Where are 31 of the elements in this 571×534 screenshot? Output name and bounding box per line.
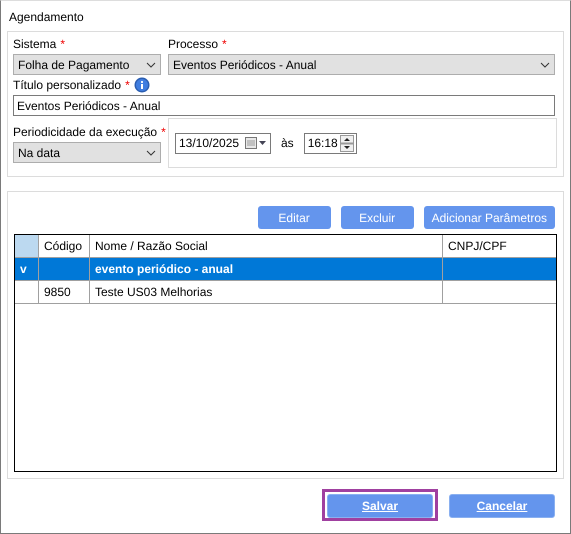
window-title: Agendamento	[8, 9, 85, 26]
required-mark: *	[125, 78, 130, 92]
field-label: Periodicidade da execução	[13, 124, 158, 138]
info-icon	[134, 76, 150, 92]
field-label: Processo	[168, 36, 218, 50]
calendar-icon[interactable]	[245, 137, 267, 149]
time-separator: às	[281, 136, 294, 150]
column-header[interactable]: Nome / Razão Social	[90, 235, 443, 257]
table-cell: evento periódico - anual	[95, 262, 234, 276]
time-field[interactable]: 16:18	[304, 132, 357, 154]
required-mark: *	[222, 36, 227, 50]
titulo-field[interactable]: Eventos Periódicos - Anual	[13, 95, 555, 116]
processo-dropdown[interactable]: Eventos Periódicos - Anual	[168, 54, 555, 75]
chevron-down-icon[interactable]	[146, 62, 156, 68]
column-header[interactable]: Código	[39, 235, 90, 257]
required-mark: *	[60, 36, 66, 50]
field-label: Título personalizado	[13, 78, 122, 92]
periodicidade-dropdown[interactable]: Na data	[13, 142, 161, 163]
field-label: Sistema	[13, 36, 56, 50]
sistema-dropdown[interactable]: Folha de Pagamento	[13, 54, 161, 75]
expander[interactable]: v	[20, 262, 27, 276]
chevron-down-icon[interactable]	[540, 62, 550, 68]
table-row[interactable]: 9850 Teste US03 Melhorias	[15, 281, 556, 304]
table-cell: 9850	[44, 285, 71, 299]
table-row[interactable]: v evento periódico - anual	[15, 258, 556, 281]
date-field[interactable]: 13/10/2025	[175, 132, 271, 154]
column-header[interactable]: CNPJ/CPF	[443, 235, 556, 257]
required-mark: *	[161, 124, 166, 138]
table-cell: Teste US03 Melhorias	[95, 285, 212, 299]
spinner-icon[interactable]	[340, 134, 354, 152]
chevron-down-icon[interactable]	[146, 150, 156, 156]
